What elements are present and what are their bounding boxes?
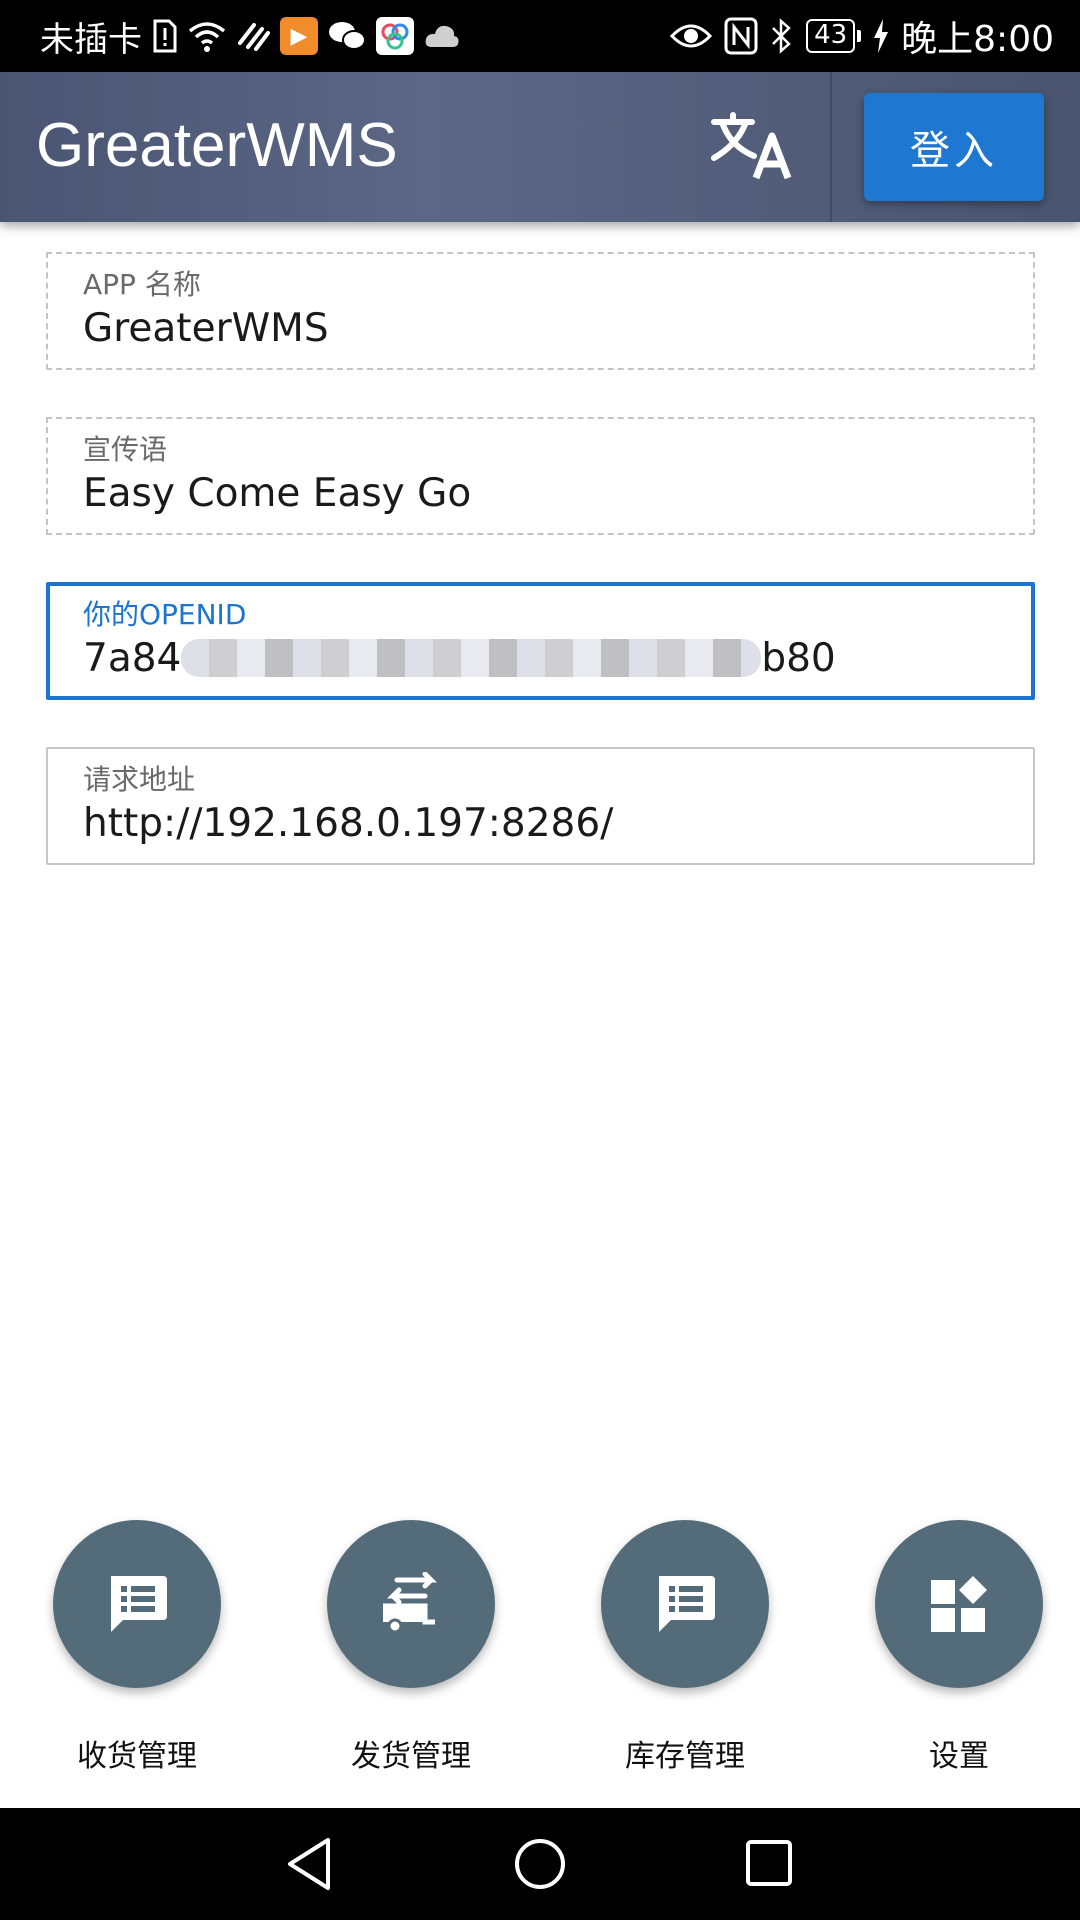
- rv-swap-icon: [383, 1572, 438, 1634]
- back-button[interactable]: [280, 1836, 340, 1892]
- login-button[interactable]: 登入: [864, 93, 1044, 201]
- status-bar: 未插卡 ▶ 43 晚上8:00: [0, 0, 1080, 72]
- recents-button[interactable]: [738, 1836, 798, 1892]
- bottom-nav: 收货管理 发货管理 库存管理 设置: [0, 1500, 1080, 1808]
- request-url-label: 请求地址: [83, 763, 196, 796]
- nav-item-receiving[interactable]: 收货管理: [37, 1520, 237, 1778]
- nfc-icon: [724, 16, 758, 56]
- app-name-value: GreaterWMS: [83, 306, 329, 351]
- slogan-label: 宣传语: [83, 433, 168, 466]
- nav-item-inventory[interactable]: 库存管理: [585, 1520, 785, 1778]
- openid-field[interactable]: 你的OPENID 7a84 b80: [46, 582, 1035, 700]
- openid-redaction: [181, 638, 762, 677]
- wechat-icon: [328, 16, 366, 56]
- nav-item-settings[interactable]: 设置: [859, 1520, 1059, 1778]
- sim-alert-icon: [152, 16, 178, 56]
- translate-button[interactable]: [700, 112, 800, 182]
- translate-icon: [711, 112, 792, 180]
- cloud-icon: [424, 16, 460, 56]
- app-title: GreaterWMS: [36, 111, 398, 180]
- slogan-value: Easy Come Easy Go: [83, 471, 472, 516]
- openid-label: 你的OPENID: [83, 598, 247, 631]
- shipping-button[interactable]: [327, 1520, 495, 1688]
- wifi-icon: [188, 16, 226, 56]
- app-icon: [376, 17, 414, 55]
- nav-item-shipping[interactable]: 发货管理: [311, 1520, 511, 1778]
- inventory-label: 库存管理: [625, 1739, 745, 1774]
- app-name-label: APP 名称: [83, 268, 201, 301]
- shipping-label: 发货管理: [351, 1739, 471, 1774]
- app-header: GreaterWMS 登入: [0, 72, 1080, 222]
- settings-label: 设置: [929, 1739, 989, 1774]
- carrier-text: 未插卡: [40, 19, 142, 60]
- settings-button[interactable]: [875, 1520, 1043, 1688]
- slogan-field[interactable]: 宣传语 Easy Come Easy Go: [46, 417, 1035, 535]
- widgets-icon: [931, 1576, 987, 1632]
- clock-text: 晚上8:00: [901, 19, 1054, 60]
- header-divider: [830, 72, 832, 222]
- message-list-icon: [659, 1576, 715, 1632]
- system-nav-bar: [0, 1808, 1080, 1920]
- request-url-field[interactable]: 请求地址 http://192.168.0.197:8286/: [46, 747, 1035, 865]
- app-notification-icon: ▶: [280, 17, 318, 55]
- eye-icon: [670, 16, 713, 56]
- recents-icon: [746, 1840, 792, 1886]
- back-icon: [288, 1838, 330, 1890]
- openid-value[interactable]: 7a84 b80: [83, 634, 1031, 684]
- nfc-pay-icon: [236, 16, 270, 56]
- receiving-label: 收货管理: [77, 1739, 197, 1774]
- message-list-icon: [111, 1576, 167, 1632]
- inventory-button[interactable]: [601, 1520, 769, 1688]
- receiving-button[interactable]: [53, 1520, 221, 1688]
- home-button[interactable]: [510, 1836, 570, 1892]
- request-url-input[interactable]: http://192.168.0.197:8286/: [83, 799, 1033, 849]
- charging-icon: [873, 16, 889, 56]
- bluetooth-icon: [770, 16, 794, 56]
- battery-indicator: 43: [806, 19, 862, 53]
- openid-prefix: 7a84: [83, 636, 182, 681]
- app-name-field[interactable]: APP 名称 GreaterWMS: [46, 252, 1035, 370]
- openid-suffix: b80: [761, 636, 836, 681]
- home-icon: [515, 1839, 565, 1889]
